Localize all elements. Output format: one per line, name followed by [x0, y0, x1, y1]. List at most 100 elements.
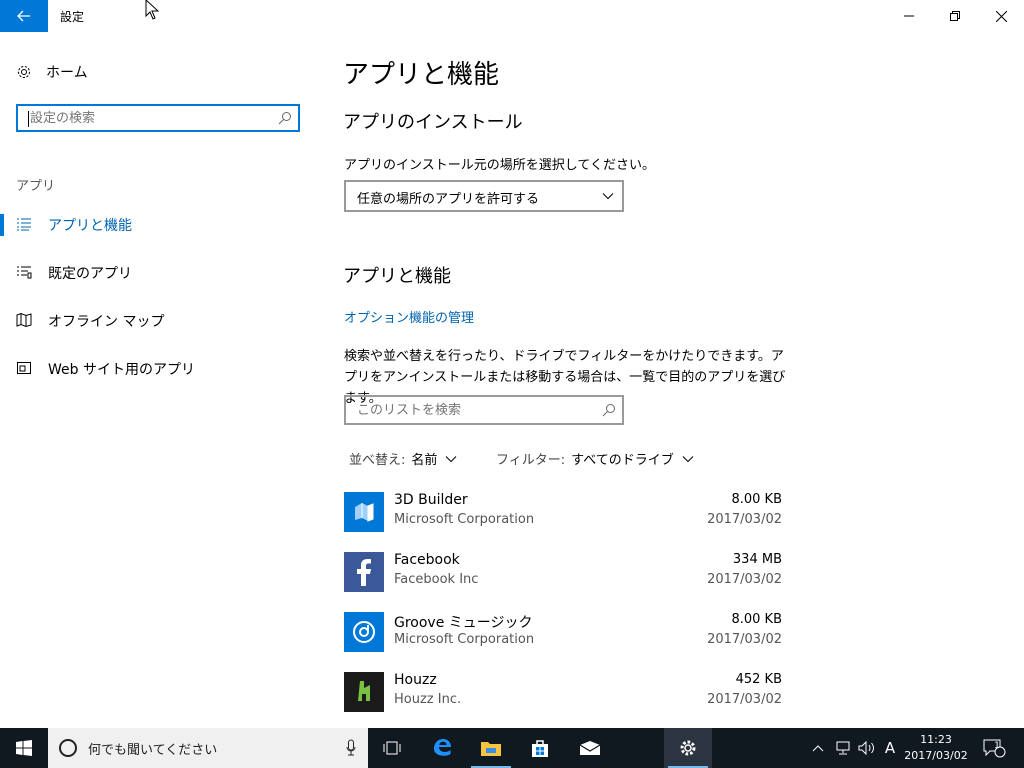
minimize-button[interactable]	[886, 0, 932, 32]
mouse-cursor-icon	[145, 0, 160, 24]
chevron-up-icon	[812, 745, 824, 752]
file-explorer-button[interactable]	[467, 728, 515, 768]
settings-taskbar-button[interactable]	[664, 728, 712, 768]
app-size: 334 MB	[732, 552, 782, 567]
settings-search-input[interactable]	[28, 110, 272, 127]
cortana-placeholder: 何でも聞いてください	[88, 743, 218, 758]
clock[interactable]: 11:23 2017/03/02	[896, 732, 976, 764]
page-title: アプリと機能	[343, 60, 500, 90]
sidebar-item-label: Web サイト用のアプリ	[48, 362, 195, 378]
features-section-heading: アプリと機能	[343, 266, 451, 287]
dropdown-value: 任意の場所のアプリを許可する	[357, 192, 540, 207]
app-install-date: 2017/03/02	[707, 512, 782, 527]
filter-label: フィルター:	[496, 453, 566, 468]
restore-button[interactable]	[932, 0, 978, 32]
sidebar-item-apps-features[interactable]: アプリと機能	[0, 204, 320, 244]
restore-icon	[950, 11, 960, 21]
window-title: 設定	[60, 10, 85, 24]
mail-icon	[579, 741, 601, 755]
store-button[interactable]	[516, 728, 564, 768]
gear-icon	[680, 740, 696, 756]
website-apps-icon	[17, 362, 31, 374]
show-hidden-icons-button[interactable]	[808, 728, 828, 768]
network-button[interactable]	[832, 728, 854, 768]
install-description: アプリのインストール元の場所を選択してください。	[344, 158, 655, 173]
facebook-app-icon	[344, 552, 384, 592]
app-install-date: 2017/03/02	[707, 572, 782, 587]
app-size: 452 KB	[735, 672, 782, 687]
app-name: Houzz	[394, 672, 437, 688]
app-publisher: Microsoft Corporation	[394, 512, 535, 527]
default-apps-icon	[17, 266, 32, 279]
app-list-item[interactable]: Groove ミュージック Microsoft Corporation 8.00…	[344, 612, 784, 668]
back-arrow-icon	[17, 10, 30, 22]
app-list-item[interactable]: Facebook Facebook Inc 334 MB 2017/03/02	[344, 552, 784, 608]
cortana-search-box[interactable]: 何でも聞いてください	[48, 728, 368, 768]
app-list-item[interactable]: 3D Builder Microsoft Corporation 8.00 KB…	[344, 492, 784, 548]
app-publisher: Microsoft Corporation	[394, 632, 535, 647]
install-source-dropdown[interactable]: 任意の場所のアプリを許可する	[344, 180, 624, 212]
volume-button[interactable]	[856, 728, 878, 768]
task-view-icon	[383, 741, 401, 755]
network-icon	[836, 741, 850, 755]
minimize-icon	[904, 15, 914, 17]
active-indicator	[0, 214, 4, 236]
close-button[interactable]	[978, 0, 1024, 32]
app-list-search-box[interactable]	[344, 395, 624, 425]
clock-date: 2017/03/02	[904, 749, 968, 762]
back-button[interactable]	[0, 0, 48, 32]
app-install-date: 2017/03/02	[707, 692, 782, 707]
filter-dropdown[interactable]: フィルター: すべてのドライブ	[496, 449, 694, 468]
settings-search-box[interactable]	[16, 104, 300, 132]
sort-value: 名前	[411, 453, 438, 468]
speaker-icon	[858, 741, 874, 755]
list-icon	[17, 218, 31, 231]
folder-icon	[481, 742, 501, 756]
task-view-button[interactable]	[368, 728, 416, 768]
sidebar-item-label: オフライン マップ	[48, 314, 165, 330]
sidebar-item-default-apps[interactable]: 既定のアプリ	[0, 252, 320, 292]
app-list-item[interactable]: Houzz Houzz Inc. 452 KB 2017/03/02	[344, 672, 784, 728]
cortana-icon	[59, 739, 77, 757]
edge-icon	[434, 739, 451, 756]
app-name: Facebook	[394, 552, 460, 568]
install-section-heading: アプリのインストール	[343, 112, 523, 133]
app-publisher: Facebook Inc	[394, 572, 479, 587]
home-label: ホーム	[46, 65, 88, 81]
app-publisher: Houzz Inc.	[394, 692, 462, 707]
sort-label: 並べ替え:	[349, 453, 406, 468]
close-icon	[995, 10, 1007, 22]
home-link[interactable]: ホーム	[16, 62, 88, 82]
sidebar-category-label: アプリ	[16, 179, 56, 194]
manage-optional-features-link[interactable]: オプション機能の管理	[344, 307, 474, 326]
microphone-icon[interactable]	[346, 739, 356, 757]
sort-dropdown[interactable]: 並べ替え: 名前	[349, 449, 457, 468]
mail-button[interactable]	[566, 728, 614, 768]
app-list-search-input[interactable]	[355, 402, 589, 419]
app-size: 8.00 KB	[731, 612, 782, 627]
gear-icon	[18, 66, 30, 78]
search-icon[interactable]	[602, 403, 616, 417]
clock-time: 11:23	[920, 733, 952, 746]
filter-value: すべてのドライブ	[571, 453, 674, 468]
map-icon	[16, 312, 32, 328]
app-install-date: 2017/03/02	[707, 632, 782, 647]
taskbar: 何でも聞いてください A 11:23 2017/03/02 1	[0, 728, 1024, 768]
app-name: Groove ミュージック	[394, 615, 533, 631]
start-button[interactable]	[0, 728, 48, 768]
3d-builder-app-icon	[344, 492, 384, 532]
groove-music-app-icon	[344, 612, 384, 652]
sidebar-item-website-apps[interactable]: Web サイト用のアプリ	[0, 348, 320, 388]
action-center-button[interactable]: 1	[980, 728, 1010, 768]
sidebar-item-offline-maps[interactable]: オフライン マップ	[0, 300, 320, 340]
search-icon[interactable]	[278, 111, 292, 125]
houzz-app-icon	[344, 672, 384, 712]
chevron-down-icon	[682, 455, 694, 462]
chevron-down-icon	[602, 193, 614, 200]
app-name: 3D Builder	[394, 492, 468, 508]
sidebar-item-label: アプリと機能	[48, 218, 132, 234]
notification-count: 1	[994, 741, 1000, 751]
app-size: 8.00 KB	[731, 492, 782, 507]
edge-browser-button[interactable]	[418, 728, 466, 768]
store-icon	[532, 740, 548, 757]
